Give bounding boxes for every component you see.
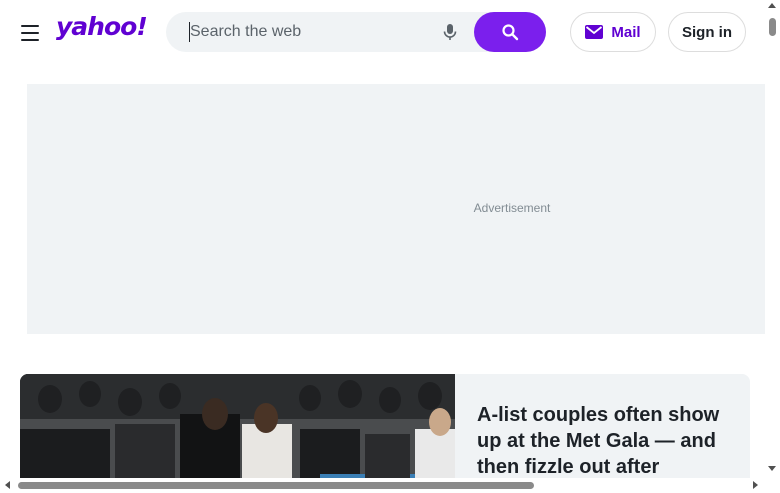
- search-button[interactable]: [474, 12, 546, 52]
- mail-button[interactable]: Mail: [570, 12, 656, 52]
- search-icon: [502, 24, 519, 41]
- advertisement-label: Advertisement: [473, 201, 551, 215]
- sign-in-button[interactable]: Sign in: [668, 12, 746, 52]
- microphone-icon[interactable]: [440, 22, 460, 42]
- article-title[interactable]: A-list couples often show up at the Met …: [477, 402, 732, 480]
- yahoo-logo[interactable]: yahoo!: [56, 12, 148, 41]
- page: yahoo! Mail: [0, 0, 780, 493]
- vertical-scroll-thumb[interactable]: [769, 18, 776, 36]
- envelope-icon: [585, 25, 604, 39]
- article-thumbnail[interactable]: [20, 374, 455, 493]
- scroll-left-arrow[interactable]: [5, 481, 10, 489]
- scroll-right-arrow[interactable]: [753, 481, 758, 489]
- header: yahoo! Mail: [0, 0, 765, 64]
- horizontal-scroll-thumb[interactable]: [18, 482, 534, 489]
- vertical-scrollbar[interactable]: [765, 0, 780, 478]
- menu-icon[interactable]: [20, 22, 40, 42]
- text-caret: [189, 22, 190, 42]
- sign-in-label: Sign in: [682, 23, 732, 41]
- search-input[interactable]: [190, 20, 430, 44]
- scrollbar-corner: [765, 478, 780, 493]
- scroll-down-arrow[interactable]: [768, 466, 776, 471]
- horizontal-scrollbar[interactable]: [0, 478, 765, 493]
- scroll-up-arrow[interactable]: [768, 3, 776, 8]
- mail-label: Mail: [611, 23, 641, 41]
- search-bar: [166, 12, 546, 52]
- article-card[interactable]: A-list couples often show up at the Met …: [20, 374, 750, 493]
